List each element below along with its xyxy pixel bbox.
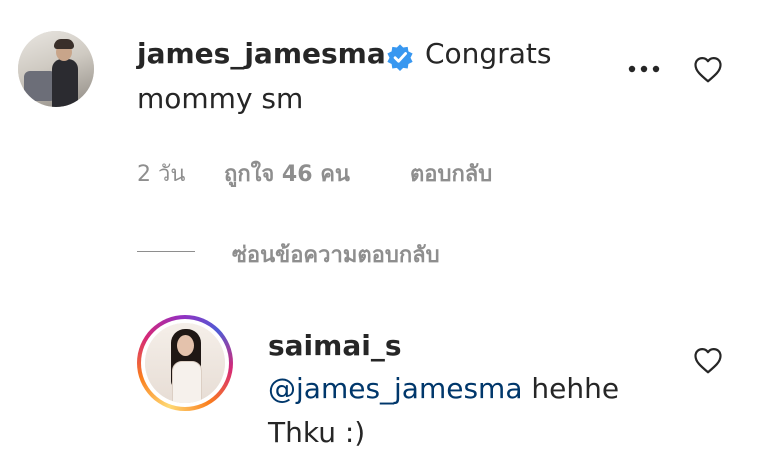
hide-replies-button[interactable]: ซ่อนข้อความตอบกลับ [232,237,440,272]
comment-likes[interactable]: ถูกใจ 46 คน [224,156,350,191]
reply-button[interactable]: ตอบกลับ [410,156,492,191]
reply-text-line2: Thku :) [268,416,366,449]
comment-time: 2 วัน [137,162,186,187]
mention-link[interactable]: @james_jamesma [268,372,523,405]
commenter-username[interactable]: james_jamesma [137,37,386,70]
replies-divider [137,251,195,252]
more-options-icon[interactable] [627,62,661,76]
commenter-avatar[interactable] [18,31,94,107]
reply-text-after-mention: hehhe [522,372,620,405]
heart-outline-icon[interactable] [692,55,724,85]
reply-avatar[interactable] [137,315,233,411]
reply-username[interactable]: saimai_s [268,329,402,362]
verified-badge-icon [386,43,414,71]
heart-outline-icon[interactable] [692,346,724,376]
comment-text-line2: mommy sm [137,82,304,115]
comment-text-line1: Congrats [425,37,552,70]
reply-text-line1: @james_jamesma hehhe [268,372,619,405]
